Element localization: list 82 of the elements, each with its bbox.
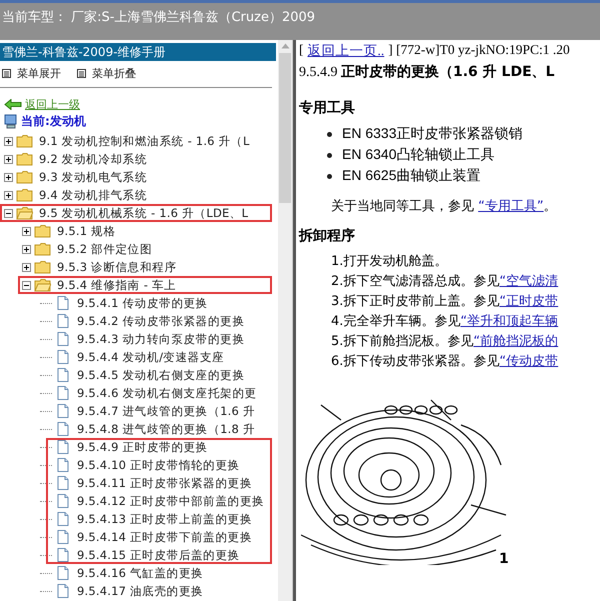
open-folder-icon <box>34 278 51 292</box>
tree-item[interactable]: 9.5.4.14 正时皮带下前盖的更换 <box>77 530 252 544</box>
folder-icon <box>16 134 33 148</box>
back-arrow-icon <box>4 99 22 110</box>
tree-item[interactable]: 9.5.4.3 动力转向泵皮带的更换 <box>77 332 244 346</box>
step-text: 3.拆下正时皮带前上盖。参见 <box>331 294 500 309</box>
tree-item[interactable]: 9.5.2 部件定位图 <box>57 242 152 256</box>
expand-icon[interactable] <box>4 172 13 182</box>
step-link[interactable]: “前舱挡泥板的 <box>473 334 558 349</box>
tree-item[interactable]: 9.5.4 维修指南 - 车上 <box>57 278 176 292</box>
list-icon <box>77 69 86 78</box>
tree-item[interactable]: 9.2 发动机冷却系统 <box>39 152 148 166</box>
collapse-icon[interactable] <box>4 208 13 218</box>
step-text: 4.完全举升车辆。参见 <box>331 314 460 329</box>
menu-toggle-button[interactable]: 菜单展开 <box>2 66 61 81</box>
section-heading: 拆卸程序 <box>299 227 356 245</box>
folder-icon <box>16 152 33 166</box>
scrollbar-thumb[interactable] <box>279 53 291 203</box>
tool-item: EN 6340凸轮轴锁止工具 <box>342 146 494 164</box>
bullet-icon <box>327 132 332 136</box>
tree-item[interactable]: 9.5.4.5 发动机右侧支座的更换 <box>77 368 244 382</box>
step-text: 5.拆下前舱挡泥板。参见 <box>331 334 474 349</box>
manual-title-bar: 雪佛兰-科鲁兹-2009-维修手册 <box>0 43 276 61</box>
step-link[interactable]: “空气滤清 <box>499 274 558 289</box>
tree-item[interactable]: 9.5.3 诊断信息和程序 <box>57 260 177 274</box>
folder-icon <box>34 242 51 256</box>
step-link[interactable]: “举升和顶起车辆 <box>460 314 558 329</box>
window-title: 当前车型： 厂家:S-上海雪佛兰科鲁兹（Cruze）2009 <box>2 10 316 25</box>
tree-item[interactable]: 9.5.4.17 油底壳的更换 <box>77 584 204 598</box>
page-reference: ] [772-w]T0 yz-jkNO:19PC:1 .20 <box>388 42 570 59</box>
menu-toggle-button[interactable]: 菜单折叠 <box>77 66 136 81</box>
tree-item[interactable]: 9.5.4.4 发动机/变速器支座 <box>77 350 224 364</box>
note-end: 。 <box>544 199 557 214</box>
open-folder-icon <box>16 206 33 220</box>
tree-item[interactable]: 9.5.4.11 正时皮带张紧器的更换 <box>77 476 252 490</box>
folder-icon <box>16 170 33 184</box>
tree-item[interactable]: 9.1 发动机控制和燃油系统 - 1.6 升（L <box>39 134 250 148</box>
step-text: 1.打开发动机舱盖。 <box>331 254 448 269</box>
tree-item[interactable]: 9.5.4.2 传动皮带张紧器的更换 <box>77 314 244 328</box>
tool-item: EN 6333正时皮带张紧器锁销 <box>342 125 522 143</box>
tree-item[interactable]: 9.5.1 规格 <box>57 224 116 238</box>
note-text: 关于当地同等工具，参见 <box>331 199 475 214</box>
computer-icon <box>4 114 18 129</box>
tree-item[interactable]: 9.5.4.1 传动皮带的更换 <box>77 296 208 310</box>
step-text: 6.拆下传动皮带张紧器。参见 <box>331 354 500 369</box>
expand-icon[interactable] <box>22 226 31 236</box>
step-link[interactable]: “传动皮带 <box>499 354 558 369</box>
expand-icon[interactable] <box>4 154 13 164</box>
folder-icon <box>34 224 51 238</box>
tree-item[interactable]: 9.5.4.8 进气歧管的更换（1.8 升 <box>77 422 256 436</box>
expand-icon[interactable] <box>22 262 31 272</box>
expand-icon[interactable] <box>22 244 31 254</box>
tree-item[interactable]: 9.5.4.6 发动机右侧支座托架的更 <box>77 386 257 400</box>
document-title: 9.5.4.9 正时皮带的更换（1.6 升 LDE、L <box>299 63 556 81</box>
tree-item[interactable]: 9.5.4.12 正时皮带中部前盖的更换 <box>77 494 264 508</box>
step-link[interactable]: “正时皮带 <box>499 294 558 309</box>
tree-item[interactable]: 9.5.4.15 正时皮带后盖的更换 <box>77 548 240 562</box>
step-text: 2.拆下空气滤清器总成。参见 <box>331 274 500 289</box>
tree-item[interactable]: 9.3 发动机电气系统 <box>39 170 148 184</box>
tool-item: EN 6625曲轴锁止装置 <box>342 167 480 185</box>
tree-item[interactable]: 9.5.4.9 正时皮带的更换 <box>77 440 208 454</box>
folder-icon <box>34 260 51 274</box>
callout-number: 1 <box>499 551 509 565</box>
collapse-icon[interactable] <box>22 280 31 290</box>
tree-item[interactable]: 9.4 发动机排气系统 <box>39 188 148 202</box>
list-icon <box>2 69 11 78</box>
folder-icon <box>16 188 33 202</box>
bullet-icon <box>327 152 332 158</box>
expand-icon[interactable] <box>4 190 13 200</box>
back-link[interactable]: 返回上一级 <box>25 97 80 112</box>
special-tools-link[interactable]: “专用工具” <box>478 199 544 214</box>
tree-item[interactable]: 9.5.4.13 正时皮带上前盖的更换 <box>77 512 252 526</box>
bullet-icon <box>327 174 332 178</box>
tree-item[interactable]: 9.5.4.16 气缸盖的更换 <box>77 566 204 580</box>
bracket: [ <box>299 42 304 59</box>
tree-item[interactable]: 9.5.4.10 正时皮带惰轮的更换 <box>77 458 240 472</box>
section-heading: 专用工具 <box>299 99 356 117</box>
tree-item[interactable]: 9.5.4.7 进气歧管的更换（1.6 升 <box>77 404 256 418</box>
tree-item[interactable]: 9.5 发动机机械系统 - 1.6 升（LDE、L <box>39 206 248 220</box>
current-section-label: 当前:发动机 <box>21 113 86 130</box>
back-page-link[interactable]: 返回上一页.. <box>308 42 384 60</box>
expand-icon[interactable] <box>4 136 13 146</box>
